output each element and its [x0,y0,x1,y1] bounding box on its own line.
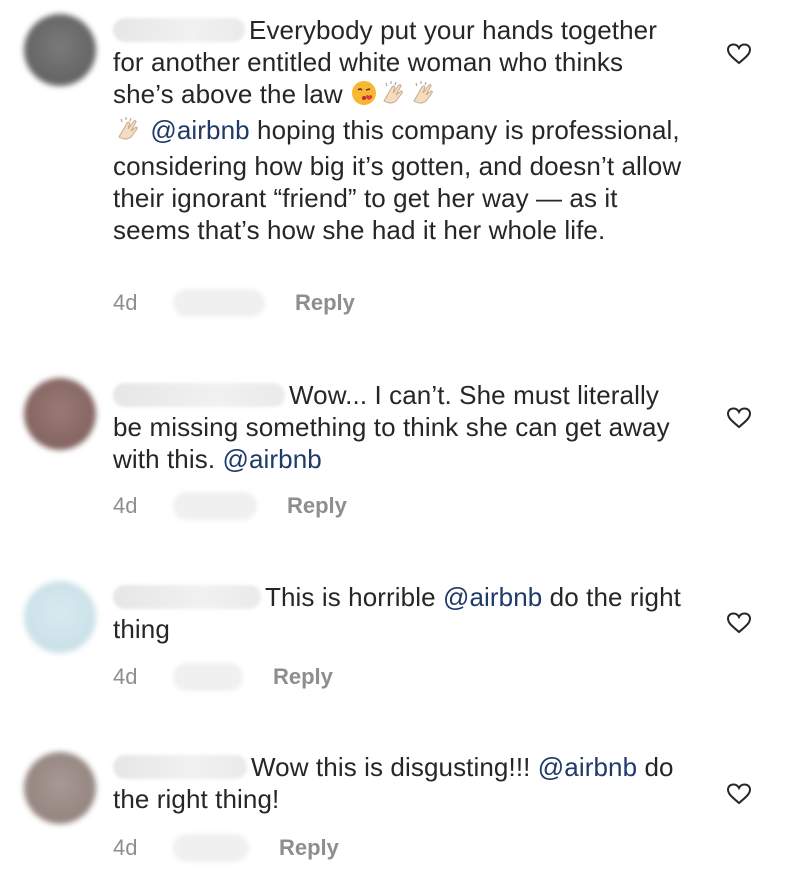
timestamp: 4d [113,664,138,689]
comment-text-part: This is horrible [265,582,443,612]
face-blowing-kiss-emoji [350,79,378,114]
like-heart-icon[interactable] [726,42,752,66]
comment-meta: 4d Reply [113,833,339,863]
avatar[interactable] [24,581,96,653]
comment-text: Everybody put your hands together for an… [113,14,683,246]
mention-link[interactable]: @airbnb [443,582,542,612]
clapping-hands-emoji [408,79,438,114]
comment-text: This is horrible @airbnb do the right th… [113,581,683,645]
comment-text-part: Wow this is disgusting!!! [251,752,538,782]
likes-count-redacted [173,663,243,691]
timestamp: 4d [113,290,138,315]
likes-count-redacted [173,834,249,862]
timestamp: 4d [113,493,138,518]
reply-button[interactable]: Reply [273,664,333,690]
username-redacted[interactable] [113,18,245,42]
comment-meta: 4d Reply [113,288,355,318]
clapping-hands-emoji [113,115,143,150]
avatar[interactable] [24,378,96,450]
comment-meta: 4d Reply [113,491,347,521]
mention-link[interactable]: @airbnb [150,115,249,145]
comment-text: Wow this is disgusting!!! @airbnb do the… [113,751,683,815]
timestamp: 4d [113,835,138,860]
clapping-hands-emoji [378,79,408,114]
comment-text: Wow... I can’t. She must literally be mi… [113,379,683,475]
like-heart-icon[interactable] [726,406,752,430]
likes-count-redacted [173,289,265,317]
reply-button[interactable]: Reply [279,835,339,861]
username-redacted[interactable] [113,383,285,407]
avatar[interactable] [24,752,96,824]
avatar[interactable] [24,14,96,86]
reply-button[interactable]: Reply [287,493,347,519]
mention-link[interactable]: @airbnb [222,444,321,474]
username-redacted[interactable] [113,755,247,779]
likes-count-redacted [173,492,257,520]
like-heart-icon[interactable] [726,611,752,635]
reply-button[interactable]: Reply [295,290,355,316]
like-heart-icon[interactable] [726,782,752,806]
comment-meta: 4d Reply [113,662,333,692]
mention-link[interactable]: @airbnb [538,752,637,782]
username-redacted[interactable] [113,585,261,609]
